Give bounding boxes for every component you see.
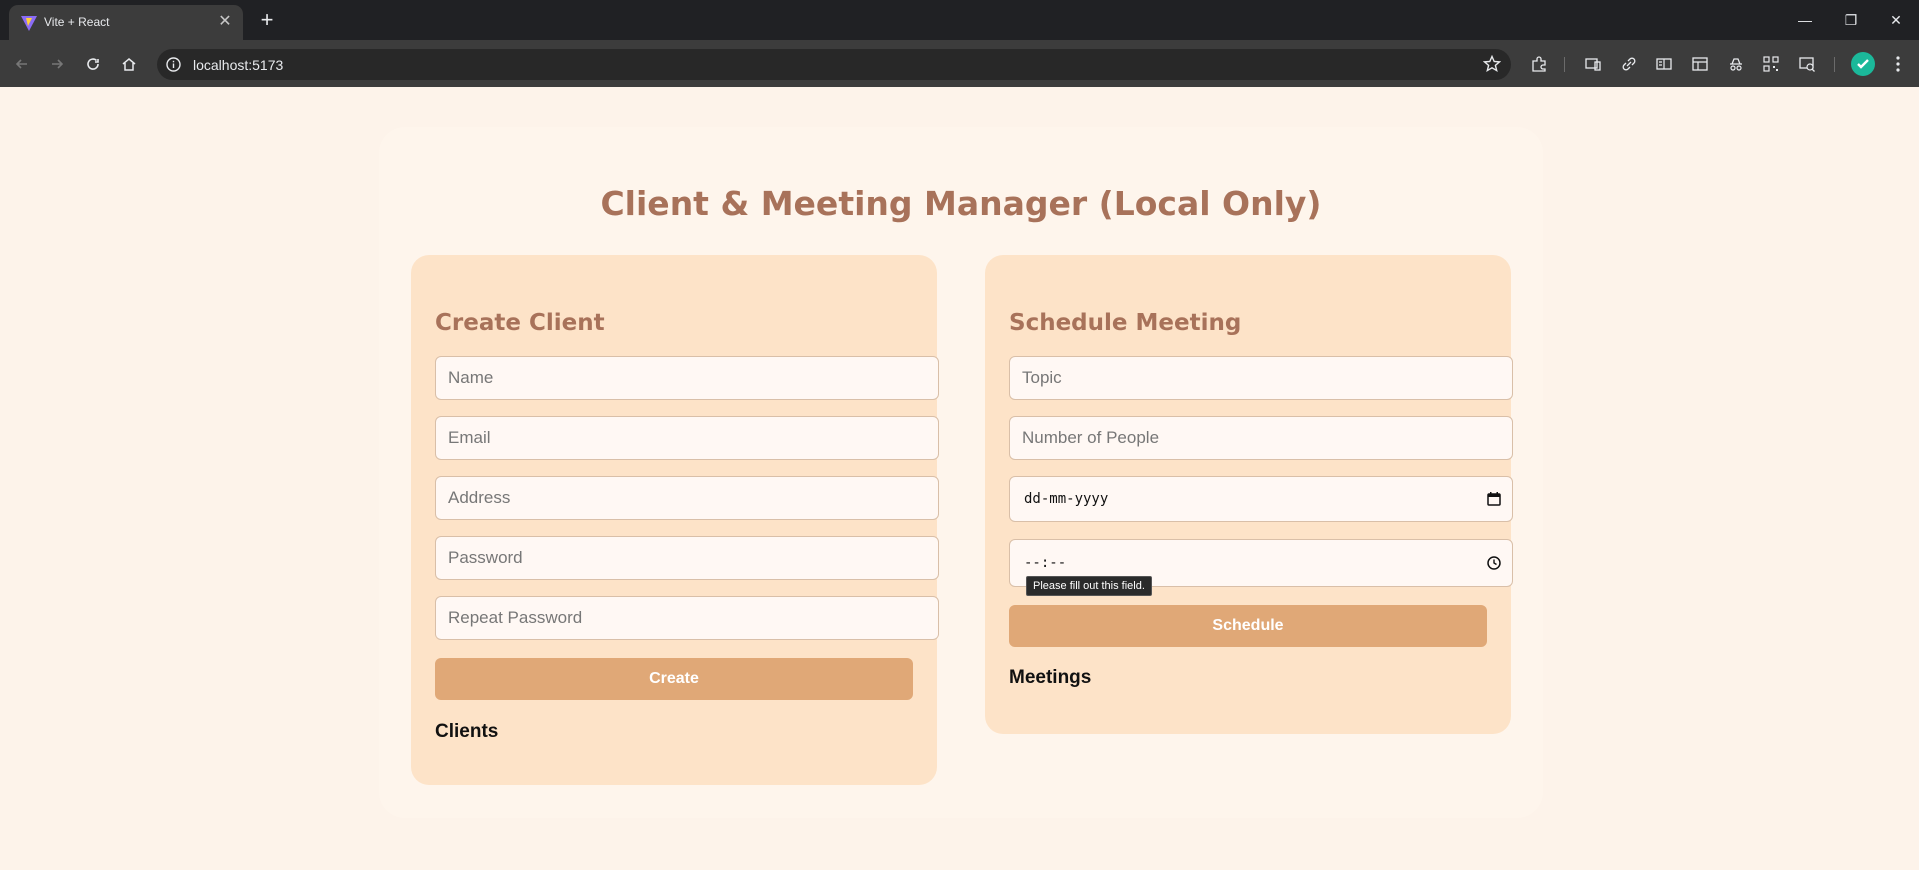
- home-icon[interactable]: [115, 50, 143, 78]
- restore-icon[interactable]: ❐: [1836, 5, 1866, 35]
- browser-tab[interactable]: Vite + React ✕: [9, 5, 243, 40]
- people-input[interactable]: [1009, 416, 1513, 460]
- extensions-icon[interactable]: [1529, 54, 1549, 74]
- reload-icon[interactable]: [79, 50, 107, 78]
- schedule-button[interactable]: Schedule: [1009, 605, 1487, 647]
- qr-code-icon[interactable]: [1761, 54, 1781, 74]
- name-input[interactable]: [435, 356, 939, 400]
- create-client-heading: Create Client: [435, 310, 605, 336]
- reader-icon[interactable]: [1654, 54, 1674, 74]
- schedule-meeting-panel: Schedule Meeting dd-mm-yyyy --:-- Schedu…: [985, 255, 1513, 734]
- star-icon[interactable]: [1483, 55, 1501, 73]
- address-input[interactable]: [435, 476, 939, 520]
- vite-logo-icon: [21, 16, 37, 31]
- clients-heading: Clients: [435, 721, 499, 742]
- page-title: Client & Meeting Manager (Local Only): [600, 184, 1322, 223]
- forward-icon[interactable]: [43, 50, 71, 78]
- create-client-panel: Create Client Create Clients: [411, 255, 939, 785]
- create-button[interactable]: Create: [435, 658, 913, 700]
- email-input[interactable]: [435, 416, 939, 460]
- link-icon[interactable]: [1619, 54, 1639, 74]
- profile-avatar[interactable]: [1851, 52, 1875, 76]
- back-icon[interactable]: [8, 50, 36, 78]
- repeat-password-input[interactable]: [435, 596, 939, 640]
- close-icon[interactable]: ✕: [215, 12, 235, 32]
- reading-mode-icon[interactable]: [1583, 54, 1603, 74]
- tab-search-icon[interactable]: [1797, 54, 1817, 74]
- plus-icon[interactable]: +: [254, 8, 280, 34]
- browser-toolbar: localhost:5173: [0, 40, 1919, 87]
- date-format-text: dd-mm-yyyy: [1024, 491, 1109, 507]
- window-close-icon[interactable]: ✕: [1881, 5, 1911, 35]
- minimize-icon[interactable]: —: [1790, 5, 1820, 35]
- schedule-meeting-heading: Schedule Meeting: [1009, 310, 1242, 336]
- tab-title: Vite + React: [44, 15, 110, 29]
- clock-icon[interactable]: [1486, 555, 1502, 571]
- table-icon[interactable]: [1690, 54, 1710, 74]
- profile-icon: [1857, 59, 1869, 69]
- time-format-text: --:--: [1024, 555, 1067, 571]
- incognito-icon[interactable]: [1726, 54, 1746, 74]
- site-info-icon[interactable]: [165, 56, 182, 73]
- menu-icon[interactable]: [1888, 54, 1908, 74]
- browser-titlebar: Vite + React ✕ + — ❐ ✕: [0, 0, 1919, 40]
- topic-input[interactable]: [1009, 356, 1513, 400]
- url-text: localhost:5173: [193, 57, 284, 73]
- address-bar[interactable]: localhost:5173: [157, 49, 1511, 80]
- date-input[interactable]: dd-mm-yyyy: [1009, 476, 1513, 522]
- meetings-heading: Meetings: [1009, 667, 1092, 688]
- app-card: Client & Meeting Manager (Local Only) Cr…: [379, 127, 1543, 818]
- password-input[interactable]: [435, 536, 939, 580]
- calendar-icon[interactable]: [1486, 491, 1502, 507]
- validation-tooltip: Please fill out this field.: [1026, 576, 1152, 596]
